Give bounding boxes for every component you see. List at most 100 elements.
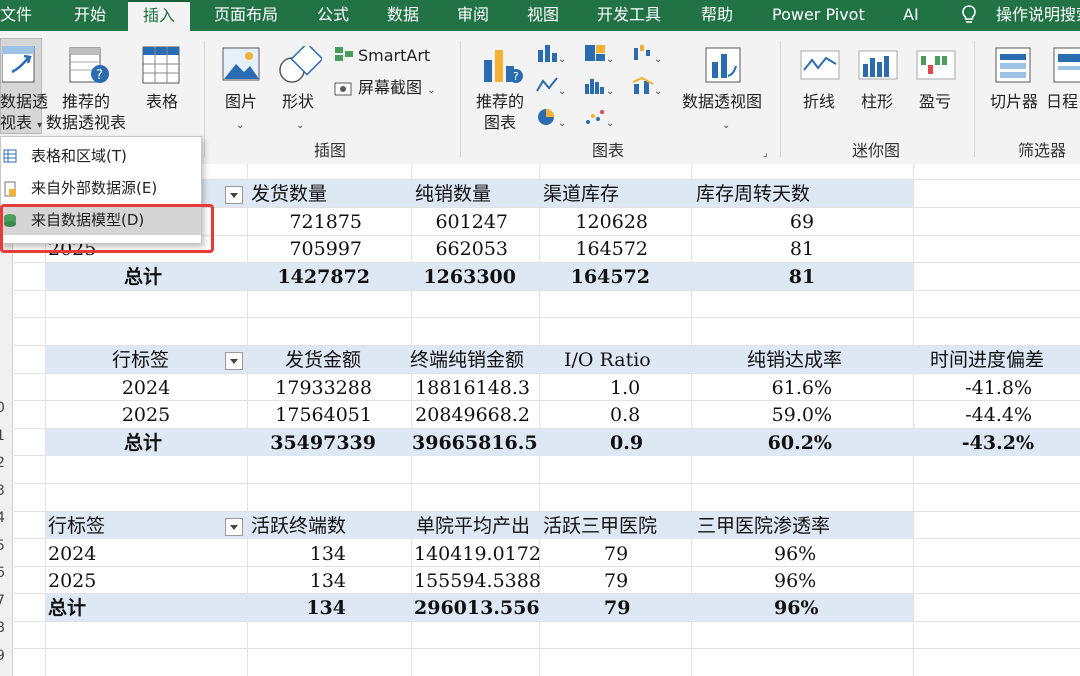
pivot1-header: 渠道库存 <box>543 183 620 205</box>
dialog-launcher-icon[interactable]: ⌟ <box>763 144 768 164</box>
row-number[interactable]: 2 <box>0 455 12 471</box>
table-button[interactable]: 表格 <box>146 92 178 112</box>
pie-chart-icon[interactable]: ⌄ <box>536 108 566 134</box>
pivotchart-button[interactable]: 数据透视图 <box>682 92 762 112</box>
pivot2-cell[interactable]: -41.8% <box>914 375 1032 401</box>
pivot2-cell[interactable]: 1.0 <box>610 375 640 401</box>
smartart-icon <box>335 47 353 61</box>
pivot1-cell[interactable]: 721875 <box>248 209 362 235</box>
pictures-button[interactable]: 图片 <box>225 92 257 112</box>
pivot3-total-cell[interactable]: 96% <box>774 595 819 621</box>
pivot3-row-label[interactable]: 2025 <box>48 568 96 594</box>
row-number[interactable]: 1 <box>0 428 12 444</box>
tab-help[interactable]: 帮助 <box>701 0 733 31</box>
pivot1-total-cell[interactable]: 1263300 <box>412 264 516 290</box>
row-number[interactable]: 6 <box>0 565 12 581</box>
sparkline-column-button[interactable]: 柱形 <box>861 92 893 112</box>
shapes-button[interactable]: 形状 <box>282 92 314 112</box>
scatter-chart-icon[interactable]: ⌄ <box>584 108 614 134</box>
row-number[interactable]: 5 <box>0 538 12 554</box>
pivot1-total-cell[interactable]: 164572 <box>540 264 650 290</box>
tab-review[interactable]: 审阅 <box>457 0 489 31</box>
sparkline-winloss-button[interactable]: 盈亏 <box>919 92 951 112</box>
tab-file[interactable]: 文件 <box>0 0 32 31</box>
combo-chart-icon[interactable]: ⌄ <box>632 76 662 102</box>
pivot2-row-label[interactable]: 2025 <box>46 402 246 428</box>
pivot2-cell[interactable]: 17564051 <box>248 402 372 428</box>
pivot2-cell[interactable]: -44.4% <box>914 402 1032 428</box>
pivot2-cell[interactable]: 0.8 <box>610 402 640 428</box>
pivot2-total-cell[interactable]: 35497339 <box>248 430 376 456</box>
tab-home[interactable]: 开始 <box>74 0 106 31</box>
slicer-button[interactable]: 切片器 <box>990 92 1038 112</box>
smartart-button[interactable]: SmartArt <box>358 46 430 66</box>
pivot1-cell[interactable]: 705997 <box>248 236 362 262</box>
pivot2-total-cell[interactable]: 60.2% <box>692 430 832 456</box>
pivot3-row-label[interactable]: 2024 <box>48 541 96 567</box>
row-number[interactable]: 0 <box>0 400 12 416</box>
pivot1-cell[interactable]: 164572 <box>540 236 648 262</box>
line-chart-icon[interactable]: ⌄ <box>536 76 566 102</box>
pivot3-cell[interactable]: 96% <box>774 541 816 567</box>
pivot3-cell[interactable]: 155594.5388 <box>414 568 541 594</box>
pivot2-cell[interactable]: 17933288 <box>248 375 372 401</box>
pivot1-filter-button[interactable] <box>225 186 243 204</box>
row-number[interactable]: 9 <box>0 648 12 664</box>
menu-item-from-table-range[interactable]: 表格和区域(T) <box>1 141 201 171</box>
tab-view[interactable]: 视图 <box>527 0 559 31</box>
pivot2-filter-button[interactable] <box>225 352 243 370</box>
pivot3-cell[interactable]: 96% <box>774 568 816 594</box>
pivot3-cell[interactable]: 79 <box>604 568 628 594</box>
row-number[interactable]: 3 <box>0 483 12 499</box>
pivot1-cell[interactable]: 69 <box>692 209 912 235</box>
pivot1-cell[interactable]: 120628 <box>540 209 648 235</box>
pivot2-cell[interactable]: 61.6% <box>692 375 832 401</box>
sparkline-line-button[interactable]: 折线 <box>803 92 835 112</box>
pivot2-total-cell[interactable]: -43.2% <box>914 430 1034 456</box>
pivot1-total-cell[interactable]: 1427872 <box>248 264 370 290</box>
pivot2-cell[interactable]: 20849668.2 <box>412 402 530 428</box>
pivot3-cell[interactable]: 140419.0172 <box>414 541 541 567</box>
pivot3-total-cell[interactable]: 296013.556 <box>414 595 540 621</box>
pivot3-total-label[interactable]: 总计 <box>48 595 86 621</box>
menu-item-from-external-source[interactable]: 来自外部数据源(E) <box>1 173 201 203</box>
tell-me-search[interactable]: 操作说明搜索 <box>996 0 1080 31</box>
column-chart-icon[interactable]: ⌄ <box>536 44 566 70</box>
pivot2-total-label[interactable]: 总计 <box>124 430 162 456</box>
tab-data[interactable]: 数据 <box>387 0 419 31</box>
pivot1-total-label[interactable]: 总计 <box>124 264 162 290</box>
hierarchy-chart-icon[interactable]: ⌄ <box>584 44 614 70</box>
pivot1-cell[interactable]: 81 <box>692 236 912 262</box>
tab-insert[interactable]: 插入 <box>128 0 191 31</box>
statistic-chart-icon[interactable]: ⌄ <box>584 76 614 102</box>
pivot2-row-label[interactable]: 2024 <box>46 375 246 401</box>
pivot2-total-cell[interactable]: 0.9 <box>610 430 643 456</box>
pivot3-total-cell[interactable]: 134 <box>248 595 346 621</box>
pivot2-total-cell[interactable]: 39665816.5 <box>412 430 538 456</box>
pivot1-total-cell[interactable]: 81 <box>692 264 912 290</box>
pivot1-cell[interactable]: 662053 <box>412 236 508 262</box>
timeline-button[interactable]: 日程 <box>1046 92 1078 112</box>
pivot2-header: 纯销达成率 <box>747 349 843 371</box>
pivot3-cell[interactable]: 134 <box>248 568 346 594</box>
pivot3-total-cell[interactable]: 79 <box>604 595 630 621</box>
slicer-icon <box>995 47 1031 83</box>
pivot3-filter-button[interactable] <box>225 518 243 536</box>
pivot2-cell[interactable]: 18816148.3 <box>412 375 530 401</box>
screenshot-button[interactable]: 屏幕截图 ⌄ <box>358 78 436 101</box>
row-number[interactable]: 4 <box>0 510 12 526</box>
pivot2-cell[interactable]: 59.0% <box>692 402 832 428</box>
row-number[interactable]: 7 <box>0 593 12 609</box>
pivot3-cell[interactable]: 79 <box>604 541 628 567</box>
tab-ai[interactable]: AI <box>903 0 919 31</box>
pivot3-cell[interactable]: 134 <box>248 541 346 567</box>
tab-developer[interactable]: 开发工具 <box>597 0 661 31</box>
recommended-charts-button[interactable] <box>470 40 532 134</box>
waterfall-chart-icon[interactable]: ⌄ <box>632 44 662 70</box>
tab-formulas[interactable]: 公式 <box>317 0 349 31</box>
recommended-pivot-button[interactable] <box>44 40 136 134</box>
tab-page-layout[interactable]: 页面布局 <box>214 0 278 31</box>
tab-power-pivot[interactable]: Power Pivot <box>772 0 865 31</box>
row-number[interactable]: 8 <box>0 620 12 636</box>
pivot1-cell[interactable]: 601247 <box>412 209 508 235</box>
